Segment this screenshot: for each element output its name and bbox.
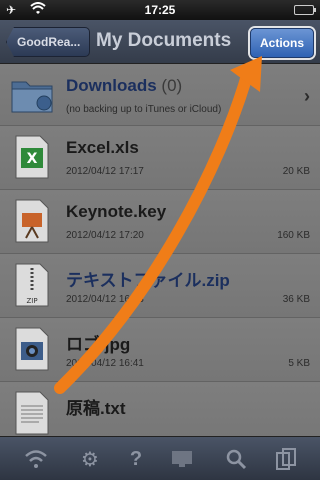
image-file-icon	[14, 326, 50, 372]
svg-text:X: X	[27, 151, 38, 167]
file-size: 36 KB	[282, 294, 310, 305]
file-name: Keynote.key	[66, 202, 167, 221]
text-file-icon	[14, 390, 50, 436]
folder-name: Downloads (0)	[66, 76, 183, 95]
multi-select-icon[interactable]	[272, 445, 300, 473]
battery-icon	[294, 5, 316, 15]
file-name: 原稿.txt	[66, 399, 126, 418]
keynote-file-icon	[14, 198, 50, 244]
folder-icon	[11, 72, 53, 118]
file-row[interactable]: 原稿.txt	[0, 382, 320, 436]
svg-text:ZIP: ZIP	[26, 297, 37, 305]
folder-note: (no backing up to iTunes or iCloud)	[66, 104, 222, 115]
file-date: 2012/04/12 17:20	[66, 230, 144, 241]
file-list: Downloads (0) (no backing up to iTunes o…	[0, 64, 320, 436]
file-date: 2012/04/12 17:17	[66, 166, 144, 177]
excel-file-icon: X	[14, 134, 50, 180]
file-row[interactable]: Keynote.key 2012/04/12 17:20 160 KB	[0, 190, 320, 254]
file-date: 2012/04/12 16:53	[66, 294, 144, 305]
help-icon[interactable]: ?	[122, 445, 150, 473]
file-row[interactable]: ZIP テキストファイル.zip 2012/04/12 16:53 36 KB	[0, 254, 320, 318]
status-bar: ✈ 17:25	[0, 0, 320, 20]
file-row[interactable]: ロゴ.jpg 2012/04/12 16:41 5 KB	[0, 318, 320, 382]
page-title: My Documents	[96, 30, 232, 51]
file-row[interactable]: X Excel.xls 2012/04/12 17:17 20 KB	[0, 126, 320, 190]
file-size: 160 KB	[277, 230, 310, 241]
wifi-icon[interactable]	[22, 445, 50, 473]
zip-file-icon: ZIP	[14, 262, 50, 308]
file-date: 2012/04/12 16:41	[66, 358, 144, 369]
actions-button[interactable]: Actions	[250, 28, 314, 58]
file-name: ロゴ.jpg	[66, 335, 131, 354]
navigation-bar: GoodRea... My Documents Actions	[0, 20, 320, 64]
file-size: 20 KB	[282, 166, 310, 177]
file-size: 5 KB	[288, 358, 310, 369]
folder-row-downloads[interactable]: Downloads (0) (no backing up to iTunes o…	[0, 64, 320, 126]
bottom-toolbar: ⚙ ?	[0, 436, 320, 480]
chevron-right-icon: ›	[304, 86, 310, 106]
status-time: 17:25	[144, 3, 176, 17]
gear-icon[interactable]: ⚙	[76, 445, 104, 473]
search-icon[interactable]	[222, 445, 250, 473]
file-name: テキストファイル.zip	[66, 271, 230, 290]
monitor-icon[interactable]	[168, 445, 196, 473]
file-name: Excel.xls	[66, 138, 139, 157]
back-button[interactable]: GoodRea...	[6, 27, 90, 57]
folder-count: (0)	[161, 76, 183, 95]
